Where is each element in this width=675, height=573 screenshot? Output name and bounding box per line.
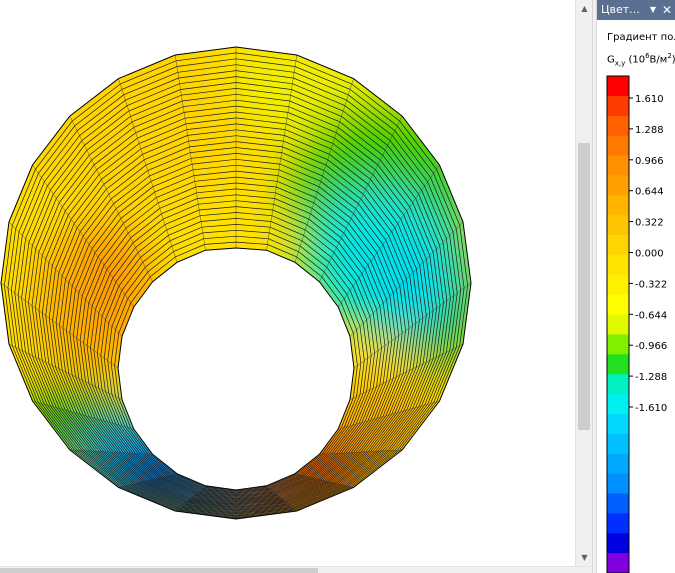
color-scale: 1.610 1.288 0.966 0.644 0.322 0.000 -0.322 -0.6… <box>606 75 667 573</box>
gradient-contour-plot[interactable] <box>0 0 575 566</box>
scale-label: 0.966 <box>635 156 664 167</box>
scale-label: -0.644 <box>635 310 667 321</box>
scroll-up-icon[interactable]: ▲ <box>576 0 593 17</box>
plot-viewport[interactable] <box>0 0 575 566</box>
color-swatch <box>607 175 629 196</box>
scale-label: -1.288 <box>635 372 667 383</box>
color-swatch <box>607 513 629 534</box>
scroll-down-icon[interactable]: ▼ <box>576 549 593 566</box>
color-swatch <box>607 493 629 514</box>
horizontal-scrollbar[interactable] <box>0 566 592 573</box>
color-swatch <box>607 354 629 375</box>
color-swatch <box>607 115 629 137</box>
color-scale-panel: Цвет... ▼ ✕ Градиент пол Gx,y (106В/м2) … <box>597 0 675 573</box>
color-swatch <box>607 235 629 256</box>
color-swatch <box>607 95 629 117</box>
color-swatch <box>607 215 629 236</box>
scale-label: -0.966 <box>635 341 667 352</box>
vertical-scrollbar[interactable]: ▲ ▼ <box>575 0 593 566</box>
color-swatch <box>607 254 629 276</box>
color-swatch <box>607 453 629 475</box>
color-swatch <box>607 155 629 176</box>
color-swatch <box>607 473 629 494</box>
ring-field <box>1 47 471 519</box>
color-swatch <box>607 195 629 216</box>
color-swatch <box>607 433 629 455</box>
color-swatch <box>607 314 629 335</box>
horizontal-scroll-thumb[interactable] <box>0 568 318 573</box>
color-swatch <box>607 334 629 355</box>
scale-label: 0.322 <box>635 218 664 229</box>
scale-label: 0.000 <box>635 249 664 260</box>
color-swatch <box>607 76 629 97</box>
scale-label: -0.322 <box>635 279 667 290</box>
color-swatch <box>607 394 629 415</box>
scale-label: 0.644 <box>635 187 664 198</box>
color-swatch <box>607 413 629 435</box>
color-swatch <box>607 374 629 395</box>
color-swatch <box>607 135 629 157</box>
results-window: ▲ ▼ Цвет... ▼ ✕ Градиент пол Gx,y (106В/… <box>0 0 675 573</box>
color-swatch <box>607 294 629 316</box>
color-swatch <box>607 274 629 296</box>
color-swatch <box>607 553 629 573</box>
vertical-scroll-thumb[interactable] <box>578 143 590 430</box>
scale-label: -1.610 <box>635 403 667 414</box>
scale-label: 1.288 <box>635 125 664 136</box>
color-swatch <box>607 533 629 554</box>
scale-label: 1.610 <box>635 94 664 105</box>
